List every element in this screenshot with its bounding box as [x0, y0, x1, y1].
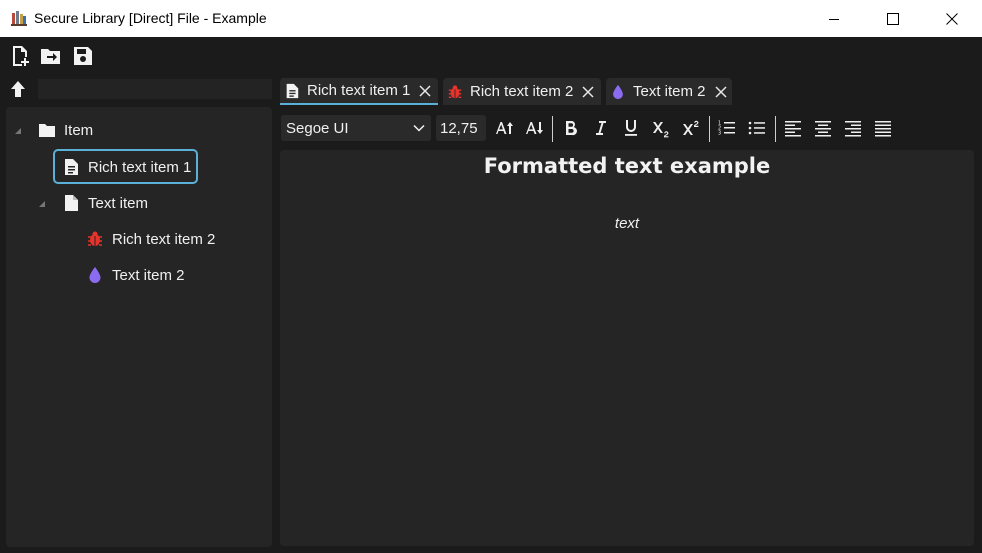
rich-text-doc-icon: [62, 158, 80, 176]
save-icon[interactable]: [72, 45, 94, 67]
rich-text-editor[interactable]: Formatted text example text: [280, 150, 974, 546]
toolbar-separator: [552, 116, 553, 142]
import-icon[interactable]: [40, 45, 62, 67]
numbered-list-icon: 123: [718, 121, 735, 137]
align-left-icon: [785, 121, 801, 137]
document-body-text: text: [614, 215, 640, 232]
doc-icon: [62, 194, 80, 212]
tab-label: Rich text item 2: [470, 83, 574, 100]
superscript-icon: [683, 120, 699, 135]
subscript-icon: [653, 122, 669, 138]
folder-icon: [38, 121, 56, 139]
tree-item-rich-text-item-2[interactable]: Rich text item 2: [86, 227, 215, 251]
title-bar: Secure Library [Direct] File - Example: [0, 0, 982, 37]
superscript-button[interactable]: [679, 117, 703, 139]
tree-item-item[interactable]: Item: [38, 118, 93, 142]
tab-label: Text item 2: [633, 83, 706, 100]
minimize-icon: [829, 18, 839, 20]
app-icon: [11, 10, 27, 26]
justify-icon: [875, 121, 891, 137]
font-family-select[interactable]: Segoe UI: [281, 115, 431, 141]
numbered-list-button[interactable]: 123: [715, 117, 739, 139]
tree-item-text-item[interactable]: Text item: [62, 191, 148, 215]
bold-icon: [566, 121, 577, 136]
drop-icon: [610, 84, 626, 100]
increase-font-size-icon: [496, 122, 513, 134]
tab-label: Rich text item 1: [307, 82, 411, 99]
close-window-button[interactable]: [929, 0, 975, 37]
tab-text-item-2[interactable]: Text item 2: [606, 78, 732, 105]
drop-icon: [86, 266, 104, 284]
decrease-font-size-icon: [526, 122, 543, 134]
document-heading: Formatted text example: [483, 154, 771, 178]
font-family-value: Segoe UI: [286, 119, 349, 137]
bold-button[interactable]: [559, 117, 583, 139]
bug-icon: [86, 230, 104, 248]
rich-text-doc-icon: [284, 83, 300, 99]
maximize-icon: [887, 12, 899, 25]
tree-item-text-item-2[interactable]: Text item 2: [86, 263, 185, 287]
window-title: Secure Library [Direct] File - Example: [34, 10, 267, 26]
toolbar-separator: [775, 116, 776, 142]
minimize-button[interactable]: [811, 0, 857, 37]
close-tab-icon[interactable]: [581, 85, 595, 99]
close-tab-icon[interactable]: [418, 84, 432, 98]
italic-button[interactable]: [589, 117, 613, 139]
close-icon: [946, 12, 958, 25]
underline-icon: [625, 120, 637, 136]
decrease-font-size-button[interactable]: [523, 117, 547, 139]
tree-item-rich-text-item-1[interactable]: Rich text item 1: [62, 155, 191, 179]
arrow-up-icon[interactable]: [9, 80, 27, 98]
close-tab-icon[interactable]: [714, 85, 728, 99]
svg-text:3: 3: [718, 131, 721, 137]
main-toolbar: [0, 37, 982, 73]
path-input[interactable]: [38, 79, 272, 99]
toolbar-separator: [709, 116, 710, 142]
tab-rich-text-item-2[interactable]: Rich text item 2: [443, 78, 601, 105]
bug-icon: [447, 84, 463, 100]
align-left-button[interactable]: [781, 117, 805, 139]
subscript-button[interactable]: [649, 117, 673, 139]
tree-item-label: Rich text item 1: [88, 158, 192, 176]
increase-font-size-button[interactable]: [493, 117, 517, 139]
tree-item-label: Text item 2: [112, 266, 185, 284]
italic-icon: [596, 121, 606, 135]
tree-item-label: Item: [64, 121, 94, 139]
align-center-button[interactable]: [811, 117, 835, 139]
expand-arrow-icon[interactable]: [38, 200, 46, 208]
underline-button[interactable]: [619, 117, 643, 139]
align-center-icon: [815, 121, 831, 137]
align-right-button[interactable]: [841, 117, 865, 139]
justify-button[interactable]: [871, 117, 895, 139]
bullet-list-icon: [748, 121, 765, 135]
tree-item-label: Text item: [88, 194, 149, 212]
maximize-button[interactable]: [870, 0, 916, 37]
tab-rich-text-item-1[interactable]: Rich text item 1: [280, 78, 438, 105]
align-right-icon: [845, 121, 861, 137]
bullet-list-button[interactable]: [745, 117, 769, 139]
font-size-input[interactable]: 12,75: [436, 115, 486, 141]
new-file-icon[interactable]: [9, 45, 31, 67]
tree-item-label: Rich text item 2: [112, 230, 216, 248]
expand-arrow-icon[interactable]: [14, 127, 22, 135]
chevron-down-icon: [413, 124, 425, 132]
